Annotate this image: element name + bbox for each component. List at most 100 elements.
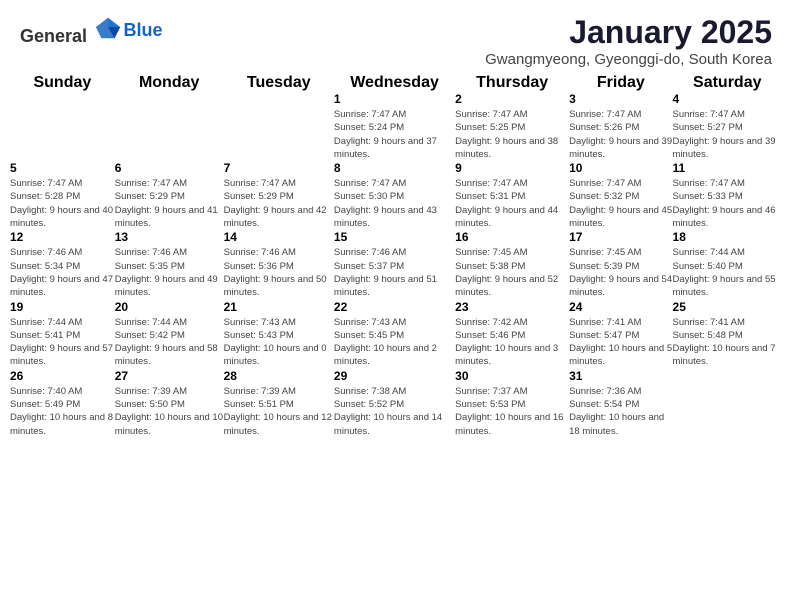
- day-info: Sunrise: 7:39 AM Sunset: 5:51 PM Dayligh…: [224, 385, 334, 438]
- day-number: 16: [455, 230, 569, 244]
- day-info: Sunrise: 7:47 AM Sunset: 5:26 PM Dayligh…: [569, 108, 672, 161]
- day-info: Sunrise: 7:47 AM Sunset: 5:29 PM Dayligh…: [224, 177, 334, 230]
- logo: General Blue: [20, 14, 163, 47]
- weekday-header-tuesday: Tuesday: [224, 74, 334, 92]
- weekday-header-friday: Friday: [569, 74, 672, 92]
- day-number: 10: [569, 161, 672, 175]
- calendar-week-4: 19Sunrise: 7:44 AM Sunset: 5:41 PM Dayli…: [10, 300, 782, 369]
- day-number: 31: [569, 369, 672, 383]
- day-number: 20: [115, 300, 224, 314]
- logo-general: General: [20, 26, 87, 46]
- calendar-cell: 30Sunrise: 7:37 AM Sunset: 5:53 PM Dayli…: [455, 369, 569, 438]
- day-info: Sunrise: 7:47 AM Sunset: 5:33 PM Dayligh…: [673, 177, 782, 230]
- day-info: Sunrise: 7:41 AM Sunset: 5:47 PM Dayligh…: [569, 316, 672, 369]
- day-info: Sunrise: 7:47 AM Sunset: 5:32 PM Dayligh…: [569, 177, 672, 230]
- weekday-header-saturday: Saturday: [673, 74, 782, 92]
- calendar-cell: 24 Sunrise: 7:41 AM Sunset: 5:47 PM Dayli…: [569, 300, 672, 369]
- calendar-week-3: 12 Sunrise: 7:46 AM Sunset: 5:34 PM Dayli…: [10, 230, 782, 299]
- day-info: Sunrise: 7:47 AM Sunset: 5:31 PM Dayligh…: [455, 177, 569, 230]
- calendar-cell: 20 Sunrise: 7:44 AM Sunset: 5:42 PM Dayli…: [115, 300, 224, 369]
- day-info: Sunrise: 7:45 AM Sunset: 5:39 PM Dayligh…: [569, 246, 672, 299]
- calendar-cell: [115, 92, 224, 161]
- day-number: 27: [115, 369, 224, 383]
- calendar-cell: 27 Sunrise: 7:39 AM Sunset: 5:50 PM Dayli…: [115, 369, 224, 438]
- calendar-week-2: 5 Sunrise: 7:47 AM Sunset: 5:28 PM Daylig…: [10, 161, 782, 230]
- calendar-cell: 13 Sunrise: 7:46 AM Sunset: 5:35 PM Dayli…: [115, 230, 224, 299]
- day-info: Sunrise: 7:47 AM Sunset: 5:25 PM Dayligh…: [455, 108, 569, 161]
- logo-blue: Blue: [124, 20, 163, 41]
- calendar-cell: 10 Sunrise: 7:47 AM Sunset: 5:32 PM Dayli…: [569, 161, 672, 230]
- day-info: Sunrise: 7:44 AM Sunset: 5:41 PM Dayligh…: [10, 316, 115, 369]
- day-info: Sunrise: 7:37 AM Sunset: 5:53 PM Dayligh…: [455, 385, 569, 438]
- calendar-cell: 6Sunrise: 7:47 AM Sunset: 5:29 PM Daylig…: [115, 161, 224, 230]
- day-info: Sunrise: 7:39 AM Sunset: 5:50 PM Dayligh…: [115, 385, 224, 438]
- day-number: 2: [455, 92, 569, 106]
- day-info: Sunrise: 7:44 AM Sunset: 5:42 PM Dayligh…: [115, 316, 224, 369]
- weekday-header-sunday: Sunday: [10, 74, 115, 92]
- calendar-cell: 17 Sunrise: 7:45 AM Sunset: 5:39 PM Dayli…: [569, 230, 672, 299]
- calendar-table: SundayMondayTuesdayWednesdayThursdayFrid…: [10, 74, 782, 438]
- day-info: Sunrise: 7:46 AM Sunset: 5:36 PM Dayligh…: [224, 246, 334, 299]
- day-number: 11: [673, 161, 782, 175]
- calendar-cell: 14 Sunrise: 7:46 AM Sunset: 5:36 PM Dayli…: [224, 230, 334, 299]
- day-number: 21: [224, 300, 334, 314]
- day-number: 5: [10, 161, 115, 175]
- day-info: Sunrise: 7:40 AM Sunset: 5:49 PM Dayligh…: [10, 385, 115, 438]
- calendar-cell: 28Sunrise: 7:39 AM Sunset: 5:51 PM Dayli…: [224, 369, 334, 438]
- day-number: 1: [334, 92, 455, 106]
- calendar-week-1: 1Sunrise: 7:47 AM Sunset: 5:24 PM Daylig…: [10, 92, 782, 161]
- day-info: Sunrise: 7:46 AM Sunset: 5:37 PM Dayligh…: [334, 246, 455, 299]
- calendar-cell: 5 Sunrise: 7:47 AM Sunset: 5:28 PM Daylig…: [10, 161, 115, 230]
- day-number: 26: [10, 369, 115, 383]
- calendar-cell: 31 Sunrise: 7:36 AM Sunset: 5:54 PM Dayli…: [569, 369, 672, 438]
- calendar-cell: [10, 92, 115, 161]
- day-number: 7: [224, 161, 334, 175]
- title-section: January 2025 Gwangmyeong, Gyeonggi-do, S…: [485, 14, 772, 68]
- day-info: Sunrise: 7:47 AM Sunset: 5:28 PM Dayligh…: [10, 177, 115, 230]
- calendar-cell: 8 Sunrise: 7:47 AM Sunset: 5:30 PM Daylig…: [334, 161, 455, 230]
- day-number: 6: [115, 161, 224, 175]
- calendar-cell: 1Sunrise: 7:47 AM Sunset: 5:24 PM Daylig…: [334, 92, 455, 161]
- day-info: Sunrise: 7:41 AM Sunset: 5:48 PM Dayligh…: [673, 316, 782, 369]
- calendar-cell: [673, 369, 782, 438]
- day-number: 25: [673, 300, 782, 314]
- day-info: Sunrise: 7:42 AM Sunset: 5:46 PM Dayligh…: [455, 316, 569, 369]
- calendar-cell: [224, 92, 334, 161]
- day-number: 4: [673, 92, 782, 106]
- day-info: Sunrise: 7:43 AM Sunset: 5:45 PM Dayligh…: [334, 316, 455, 369]
- calendar-wrapper: SundayMondayTuesdayWednesdayThursdayFrid…: [0, 74, 792, 448]
- weekday-header-row: SundayMondayTuesdayWednesdayThursdayFrid…: [10, 74, 782, 92]
- day-info: Sunrise: 7:46 AM Sunset: 5:35 PM Dayligh…: [115, 246, 224, 299]
- day-info: Sunrise: 7:46 AM Sunset: 5:34 PM Dayligh…: [10, 246, 115, 299]
- day-number: 13: [115, 230, 224, 244]
- calendar-cell: 2 Sunrise: 7:47 AM Sunset: 5:25 PM Daylig…: [455, 92, 569, 161]
- day-info: Sunrise: 7:43 AM Sunset: 5:43 PM Dayligh…: [224, 316, 334, 369]
- calendar-cell: 9Sunrise: 7:47 AM Sunset: 5:31 PM Daylig…: [455, 161, 569, 230]
- day-info: Sunrise: 7:38 AM Sunset: 5:52 PM Dayligh…: [334, 385, 455, 438]
- calendar-cell: 15Sunrise: 7:46 AM Sunset: 5:37 PM Dayli…: [334, 230, 455, 299]
- calendar-cell: 21 Sunrise: 7:43 AM Sunset: 5:43 PM Dayli…: [224, 300, 334, 369]
- day-number: 17: [569, 230, 672, 244]
- day-number: 3: [569, 92, 672, 106]
- day-number: 8: [334, 161, 455, 175]
- day-info: Sunrise: 7:45 AM Sunset: 5:38 PM Dayligh…: [455, 246, 569, 299]
- day-number: 22: [334, 300, 455, 314]
- day-number: 24: [569, 300, 672, 314]
- calendar-cell: 19Sunrise: 7:44 AM Sunset: 5:41 PM Dayli…: [10, 300, 115, 369]
- calendar-cell: 18 Sunrise: 7:44 AM Sunset: 5:40 PM Dayli…: [673, 230, 782, 299]
- weekday-header-monday: Monday: [115, 74, 224, 92]
- calendar-cell: 23 Sunrise: 7:42 AM Sunset: 5:46 PM Dayli…: [455, 300, 569, 369]
- calendar-cell: 26 Sunrise: 7:40 AM Sunset: 5:49 PM Dayli…: [10, 369, 115, 438]
- location: Gwangmyeong, Gyeonggi-do, South Korea: [485, 51, 772, 68]
- day-info: Sunrise: 7:44 AM Sunset: 5:40 PM Dayligh…: [673, 246, 782, 299]
- day-number: 14: [224, 230, 334, 244]
- calendar-cell: 3 Sunrise: 7:47 AM Sunset: 5:26 PM Daylig…: [569, 92, 672, 161]
- day-number: 12: [10, 230, 115, 244]
- page-header: General Blue January 2025 Gwangmyeong, G…: [0, 0, 792, 74]
- day-number: 23: [455, 300, 569, 314]
- calendar-cell: 29Sunrise: 7:38 AM Sunset: 5:52 PM Dayli…: [334, 369, 455, 438]
- weekday-header-wednesday: Wednesday: [334, 74, 455, 92]
- day-info: Sunrise: 7:47 AM Sunset: 5:30 PM Dayligh…: [334, 177, 455, 230]
- day-info: Sunrise: 7:36 AM Sunset: 5:54 PM Dayligh…: [569, 385, 672, 438]
- day-number: 18: [673, 230, 782, 244]
